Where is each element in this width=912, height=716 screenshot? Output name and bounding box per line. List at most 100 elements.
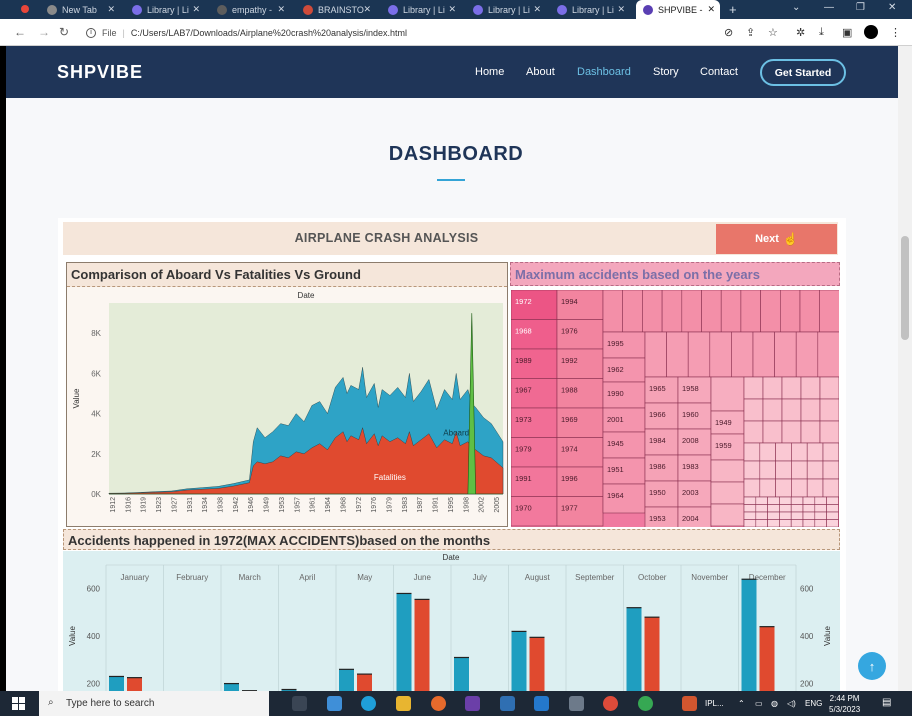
browser-tab[interactable]: Library | Li ✕ <box>466 0 546 19</box>
taskbar-clock[interactable]: 2:44 PM 5/3/2023 <box>829 693 860 715</box>
treemap-cell <box>781 398 802 422</box>
chrome-icon[interactable] <box>603 696 618 711</box>
treemap-cell <box>644 331 667 378</box>
browser-tab[interactable]: Library | Li ✕ <box>550 0 630 19</box>
bar <box>396 593 412 691</box>
close-tab-icon[interactable]: ✕ <box>617 4 625 15</box>
download-icon[interactable]: ⤓ <box>819 26 824 39</box>
chrome-icon-2[interactable] <box>638 696 653 711</box>
browser-tab[interactable]: SHPVIBE - ✕ <box>636 0 720 19</box>
month-label: March <box>239 573 261 582</box>
close-tab-icon[interactable]: ✕ <box>533 4 541 15</box>
get-started-button[interactable]: Get Started <box>760 59 846 86</box>
nav-about[interactable]: About <box>526 66 555 78</box>
treemap-cell <box>779 511 792 520</box>
treemap-cell-label: 1951 <box>607 465 624 474</box>
close-tab-icon[interactable]: ✕ <box>107 4 115 15</box>
treemap-cell-label: 1965 <box>649 384 666 393</box>
treemap-cell-label: 2003 <box>682 488 699 497</box>
app-icon-2[interactable] <box>500 696 515 711</box>
reload-icon[interactable]: ↻ <box>59 25 69 39</box>
nav-story[interactable]: Story <box>653 66 679 78</box>
close-tab-icon[interactable]: ✕ <box>277 4 285 15</box>
treemap-cell-label: 1974 <box>561 445 578 454</box>
eye-off-icon[interactable]: ⊘ <box>724 26 733 39</box>
new-tab-button[interactable]: + <box>729 2 737 17</box>
x-tick-label: 1968 <box>340 497 347 513</box>
tray-chevron-icon[interactable]: ⌃ <box>738 699 745 708</box>
restore-icon[interactable]: ❐ <box>856 2 865 13</box>
x-tick-label: 1953 <box>279 497 286 513</box>
next-button[interactable]: Next ☝ <box>716 224 837 254</box>
nav-contact[interactable]: Contact <box>700 66 738 78</box>
browser-tab[interactable]: Library | Li ✕ <box>125 0 205 19</box>
file-explorer-icon[interactable] <box>396 696 411 711</box>
firefox-icon[interactable] <box>431 696 446 711</box>
treemap-cell <box>743 496 757 505</box>
tab-favicon-icon <box>557 4 567 15</box>
profile-avatar[interactable] <box>864 25 878 39</box>
address-bar: ← → ↻ i File | C:/Users/LAB7/Downloads/A… <box>0 19 912 46</box>
month-label: July <box>473 573 487 582</box>
record-indicator-icon <box>21 5 29 13</box>
close-tab-icon[interactable]: ✕ <box>363 4 371 15</box>
scroll-to-top-button[interactable]: ↑ <box>858 652 886 680</box>
close-tab-icon[interactable]: ✕ <box>448 4 456 15</box>
menu-icon[interactable]: ⋮ <box>890 26 901 39</box>
chevron-down-icon[interactable]: ⌄ <box>792 2 800 13</box>
treemap-chart[interactable]: 1972 1968 1989 1967 1973 1979 1991 1970 1994 1976… <box>511 290 839 527</box>
treemap-cell <box>826 496 839 505</box>
extensions-icon[interactable]: ✲ <box>796 26 805 39</box>
back-icon[interactable]: ← <box>14 25 26 39</box>
tab-favicon-icon <box>643 4 653 15</box>
share-icon[interactable]: ⇪ <box>746 26 755 39</box>
web-page: SHPVIBE Home About Dashboard Story Conta… <box>6 46 906 691</box>
sidebar-icon[interactable]: ▣ <box>842 26 852 39</box>
tab-label: BRAINSTO <box>318 4 364 15</box>
language-indicator[interactable]: ENG <box>805 699 822 708</box>
treemap-cell-label: 1996 <box>561 474 578 483</box>
scrollbar-thumb[interactable] <box>901 236 909 340</box>
browser-tab[interactable]: empathy - ✕ <box>210 0 290 19</box>
ipl-app-icon[interactable] <box>682 696 697 711</box>
treemap-cell <box>743 398 764 422</box>
treemap-cell <box>826 504 839 513</box>
windows-taskbar: ⌕ Type here to search IPL... ⌃ ▭ ◍ ◁) EN… <box>0 691 912 716</box>
tab-favicon-icon <box>388 4 398 15</box>
taskbar-search[interactable]: ⌕ Type here to search <box>39 691 269 716</box>
treemap-cell <box>762 420 783 444</box>
y-tick-label-right: 600 <box>800 585 814 594</box>
browser-tab[interactable]: BRAINSTO ✕ <box>296 0 376 19</box>
url-scheme-label: File <box>102 27 117 38</box>
url-field[interactable]: i File | C:/Users/LAB7/Downloads/Airplan… <box>86 23 786 42</box>
nav-home[interactable]: Home <box>475 66 504 78</box>
month-label: May <box>357 573 372 582</box>
treemap-cell <box>743 511 757 520</box>
app-icon[interactable] <box>465 696 480 711</box>
treemap-cell <box>814 519 827 527</box>
y-tick-label: 600 <box>87 585 101 594</box>
close-window-icon[interactable]: ✕ <box>888 2 896 13</box>
app-icon-3[interactable] <box>569 696 584 711</box>
bar-chart-panel: Date Value Value 200 200 400 400 600 600 January F… <box>63 551 840 691</box>
browser-tab[interactable]: Library | Li ✕ <box>381 0 461 19</box>
bar-chart[interactable]: Date Value Value 200 200 400 400 600 600 January F… <box>63 551 840 691</box>
task-view-icon[interactable] <box>292 696 307 711</box>
star-icon[interactable]: ☆ <box>768 26 778 39</box>
month-label: January <box>121 573 149 582</box>
minimize-icon[interactable]: — <box>824 2 834 13</box>
vscode-icon[interactable] <box>534 696 549 711</box>
mail-icon[interactable] <box>327 696 342 711</box>
close-tab-icon[interactable]: ✕ <box>192 4 200 15</box>
close-tab-icon[interactable]: ✕ <box>707 4 715 15</box>
area-chart[interactable]: Date Value 0K 2K 4K 6K 8K Aboard Fatalities 1912 1… <box>67 288 507 526</box>
forward-icon[interactable]: → <box>38 25 50 39</box>
windows-start-icon[interactable] <box>12 697 25 710</box>
edge-icon[interactable] <box>361 696 376 711</box>
treemap-cell <box>814 504 827 513</box>
site-logo[interactable]: SHPVIBE <box>57 62 143 83</box>
browser-tab[interactable]: New Tab ✕ <box>40 0 120 19</box>
nav-dashboard[interactable]: Dashboard <box>577 66 631 78</box>
notification-icon[interactable]: ▤ <box>882 697 891 708</box>
page-scrollbar[interactable] <box>898 46 912 691</box>
